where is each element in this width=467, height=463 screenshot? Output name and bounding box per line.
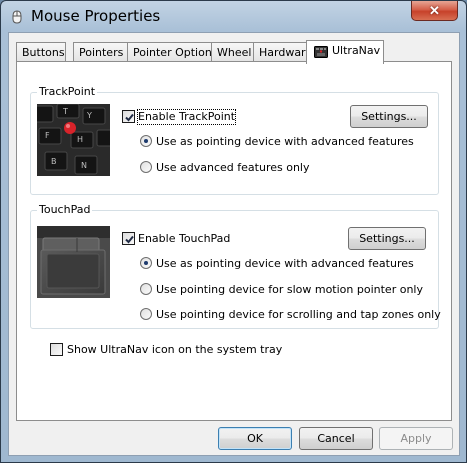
tab-label: UltraNav xyxy=(332,44,381,57)
ultranav-icon xyxy=(314,45,328,58)
trackpoint-group-title: TrackPoint xyxy=(37,85,98,99)
touchpad-slow-motion-radio[interactable] xyxy=(140,283,152,295)
tab-label: Pointers xyxy=(79,46,124,59)
touchpad-slow-motion-label[interactable]: Use pointing device for slow motion poin… xyxy=(156,283,423,297)
tab-buttons[interactable]: Buttons xyxy=(16,42,66,62)
touchpad-group: TouchPad Enable TouchPad Settings... Use… xyxy=(30,203,441,329)
tab-strip: Buttons Pointers Pointer Options Wheel H… xyxy=(16,40,456,64)
touchpad-settings-button[interactable]: Settings... xyxy=(348,227,426,250)
trackpoint-advanced-label[interactable]: Use as pointing device with advanced fea… xyxy=(156,135,414,149)
cancel-button[interactable]: Cancel xyxy=(299,427,373,450)
apply-button[interactable]: Apply xyxy=(379,427,453,450)
enable-touchpad-checkbox[interactable] xyxy=(122,232,135,245)
touchpad-scrolling-label[interactable]: Use pointing device for scrolling and ta… xyxy=(156,308,441,322)
touchpad-group-title: TouchPad xyxy=(37,203,93,217)
enable-touchpad-label[interactable]: Enable TouchPad xyxy=(138,232,230,246)
close-button[interactable]: ✕ xyxy=(411,1,458,21)
enable-trackpoint-checkbox[interactable] xyxy=(122,110,135,123)
ultranav-panel: TrackPoint T Y F H B N Enable TrackPoint… xyxy=(16,61,452,421)
ok-button[interactable]: OK xyxy=(218,427,292,450)
svg-text:F: F xyxy=(45,131,50,140)
svg-text:H: H xyxy=(77,135,83,144)
enable-trackpoint-label[interactable]: Enable TrackPoint xyxy=(136,109,237,125)
trackpoint-advanced-radio[interactable] xyxy=(140,135,152,147)
trackpoint-advanced-only-radio[interactable] xyxy=(140,161,152,173)
tab-label: Wheel xyxy=(217,46,252,59)
touchpad-image xyxy=(37,226,110,298)
tab-wheel[interactable]: Wheel xyxy=(211,42,254,62)
tab-hardware[interactable]: Hardware xyxy=(253,42,312,62)
touchpad-scrolling-radio[interactable] xyxy=(140,308,152,320)
svg-text:B: B xyxy=(51,157,57,166)
tab-label: Buttons xyxy=(22,46,65,59)
tab-pointer-options[interactable]: Pointer Options xyxy=(127,42,218,62)
title-bar[interactable]: Mouse Properties ✕ xyxy=(1,1,466,32)
show-tray-icon-label[interactable]: Show UltraNav icon on the system tray xyxy=(67,343,282,357)
mouse-properties-window: Mouse Properties ✕ Buttons Pointers Poin… xyxy=(0,0,467,463)
touchpad-advanced-label[interactable]: Use as pointing device with advanced fea… xyxy=(156,257,414,271)
show-tray-icon-checkbox[interactable] xyxy=(50,343,63,356)
trackpoint-group: TrackPoint T Y F H B N Enable TrackPoint… xyxy=(30,85,439,195)
touchpad-advanced-radio[interactable] xyxy=(140,257,152,269)
window-title: Mouse Properties xyxy=(31,7,161,25)
close-icon: ✕ xyxy=(429,2,440,18)
tab-pointers[interactable]: Pointers xyxy=(73,42,128,62)
trackpoint-image: T Y F H B N xyxy=(37,104,110,176)
tab-label: Pointer Options xyxy=(133,46,218,59)
svg-text:Y: Y xyxy=(86,111,92,120)
dialog-client-area: Buttons Pointers Pointer Options Wheel H… xyxy=(8,32,460,456)
tab-ultranav[interactable]: UltraNav xyxy=(306,40,384,64)
mouse-icon xyxy=(10,10,24,24)
svg-text:N: N xyxy=(81,161,87,170)
svg-text:T: T xyxy=(62,107,68,116)
trackpoint-settings-button[interactable]: Settings... xyxy=(350,105,428,128)
tab-label: Hardware xyxy=(259,46,313,59)
trackpoint-advanced-only-label[interactable]: Use advanced features only xyxy=(156,161,310,175)
